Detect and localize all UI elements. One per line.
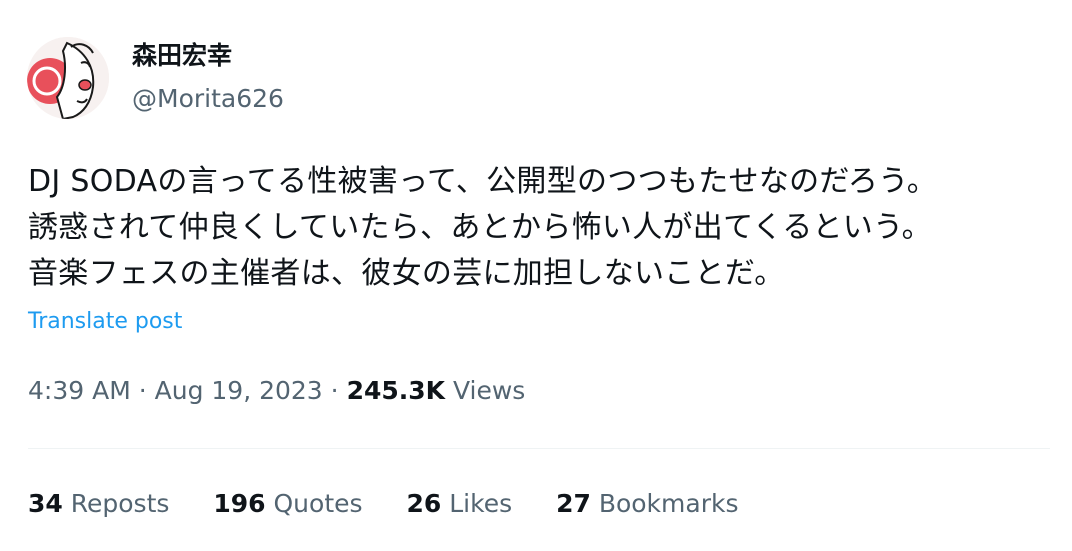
post-text-line: 音楽フェスの主催者は、彼女の芸に加担しないことだ。: [28, 256, 785, 291]
post-time[interactable]: 4:39 AM: [28, 376, 131, 405]
engagement-stats: 34 Reposts 196 Quotes 26 Likes 27 Bookma…: [28, 485, 775, 523]
bookmarks-label: Bookmarks: [598, 489, 739, 518]
post-text-line: 誘惑されて仲良くしていたら、あとから怖い人が出てくるという。: [28, 210, 932, 245]
likes-count: 26: [406, 489, 442, 518]
post-text-line: DJ SODAの言ってる性被害って、公開型のつつもたせなのだろう。: [28, 164, 938, 199]
bookmarks-stat[interactable]: 27 Bookmarks: [556, 485, 738, 523]
views-label: Views: [452, 376, 526, 405]
meta-separator: ·: [138, 376, 147, 405]
reposts-stat[interactable]: 34 Reposts: [28, 485, 169, 523]
post-text: DJ SODAの言ってる性被害って、公開型のつつもたせなのだろう。 誘惑されて仲…: [28, 159, 1058, 297]
reposts-count: 34: [28, 489, 63, 518]
divider: [28, 448, 1050, 449]
post-date[interactable]: Aug 19, 2023: [155, 376, 323, 405]
translate-post-link[interactable]: Translate post: [28, 306, 182, 338]
avatar-illustration-icon: [27, 37, 109, 119]
bookmarks-count: 27: [556, 489, 591, 518]
author-avatar[interactable]: [27, 37, 109, 119]
author-display-name[interactable]: 森田宏幸: [132, 38, 232, 74]
post-meta: 4:39 AM · Aug 19, 2023 · 245.3K Views: [28, 372, 525, 410]
tweet-card: 森田宏幸 @Morita626 DJ SODAの言ってる性被害って、公開型のつつ…: [0, 0, 1072, 551]
quotes-count: 196: [213, 489, 266, 518]
meta-separator: ·: [330, 376, 339, 405]
quotes-label: Quotes: [273, 489, 363, 518]
views-count: 245.3K: [346, 376, 446, 405]
reposts-label: Reposts: [70, 489, 170, 518]
likes-stat[interactable]: 26 Likes: [406, 485, 512, 523]
author-handle[interactable]: @Morita626: [132, 81, 284, 117]
quotes-stat[interactable]: 196 Quotes: [213, 485, 362, 523]
likes-label: Likes: [449, 489, 513, 518]
